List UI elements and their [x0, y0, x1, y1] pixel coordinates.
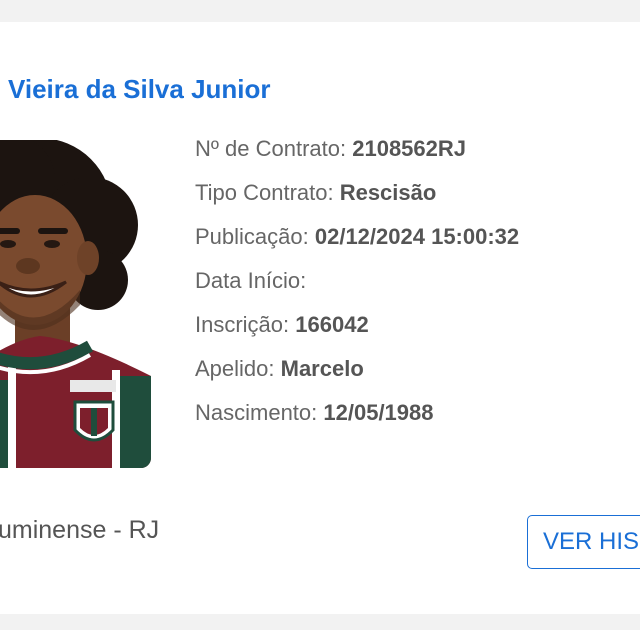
contract-details: Nº de Contrato: 2108562RJ Tipo Contrato:… — [195, 134, 519, 442]
publication-row: Publicação: 02/12/2024 15:00:32 — [195, 222, 519, 266]
contract-type-label: Tipo Contrato: — [195, 180, 340, 205]
birth-date-value: 12/05/1988 — [323, 400, 434, 425]
club-name: uminense - RJ — [0, 516, 160, 544]
start-date-row: Data Início: — [195, 266, 519, 310]
contract-number-row: Nº de Contrato: 2108562RJ — [195, 134, 519, 178]
nickname-value: Marcelo — [280, 356, 364, 381]
start-date-label: Data Início: — [195, 268, 307, 293]
player-name: Vieira da Silva Junior — [8, 74, 271, 104]
contract-number-label: Nº de Contrato: — [195, 136, 353, 161]
registration-row: Inscrição: 166042 — [195, 310, 519, 354]
registration-label: Inscrição: — [195, 312, 296, 337]
nickname-row: Apelido: Marcelo — [195, 354, 519, 398]
contract-type-row: Tipo Contrato: Rescisão — [195, 178, 519, 222]
nickname-label: Apelido: — [195, 356, 281, 381]
player-portrait-icon — [0, 140, 151, 468]
contract-number-value: 2108562RJ — [352, 136, 467, 161]
player-photo — [0, 140, 151, 468]
view-history-button[interactable]: VER HIS — [527, 515, 640, 569]
registration-value: 166042 — [295, 312, 369, 337]
contract-type-value: Rescisão — [339, 180, 437, 205]
publication-value: 02/12/2024 15:00:32 — [314, 224, 520, 249]
birth-date-label: Nascimento: — [195, 400, 324, 425]
publication-label: Publicação: — [195, 224, 315, 249]
contract-card: Vieira da Silva Junior Nº de Contrato: 2… — [0, 22, 640, 614]
birth-date-row: Nascimento: 12/05/1988 — [195, 398, 519, 442]
